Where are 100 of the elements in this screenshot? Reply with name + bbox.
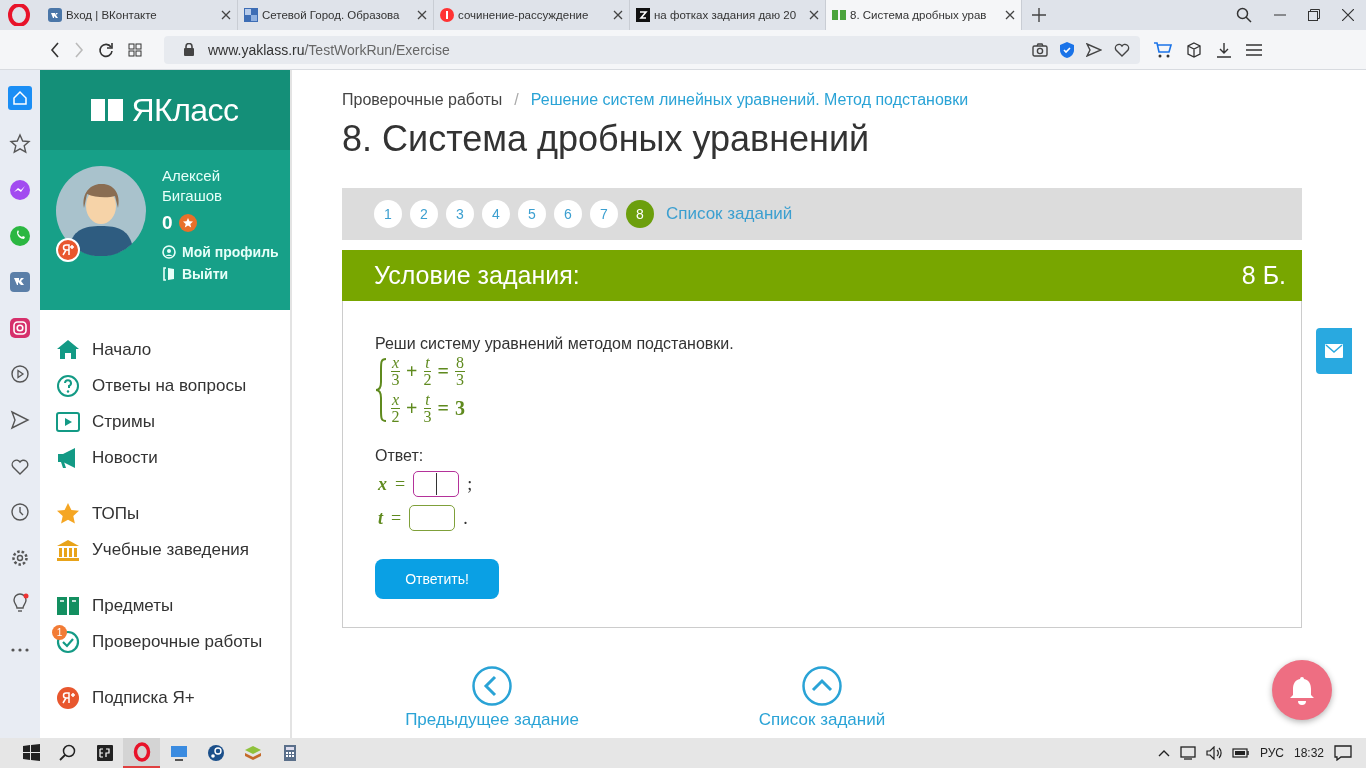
math-operator: + xyxy=(406,360,418,383)
math-operator: = xyxy=(437,397,449,420)
opera-logo-icon[interactable] xyxy=(8,4,30,26)
task-points: 8 Б. xyxy=(1241,261,1286,290)
fraction-denominator: 3 xyxy=(455,372,464,388)
fraction-denominator: 2 xyxy=(423,372,432,388)
close-icon[interactable] xyxy=(809,10,819,20)
monitor-icon[interactable] xyxy=(168,743,189,763)
feedback-tab[interactable] xyxy=(1316,328,1352,374)
answer-label: Ответ: xyxy=(375,447,425,465)
bell-icon xyxy=(1288,675,1316,705)
cube-icon[interactable] xyxy=(1186,41,1202,58)
nav-item[interactable]: ТОПы xyxy=(92,504,140,524)
video-icon[interactable] xyxy=(56,410,80,434)
vk-icon[interactable] xyxy=(8,270,32,294)
play-icon[interactable] xyxy=(8,362,32,386)
start-icon[interactable] xyxy=(20,743,41,763)
send-icon[interactable] xyxy=(1086,42,1102,57)
instagram-icon[interactable] xyxy=(8,316,32,340)
tiles-icon[interactable] xyxy=(128,42,142,57)
mail-icon xyxy=(1325,344,1343,358)
nav-item[interactable]: Стримы xyxy=(92,412,155,432)
chevron-up-icon[interactable] xyxy=(1157,749,1170,757)
math-number: 3 xyxy=(454,397,465,420)
home-icon[interactable] xyxy=(56,338,80,362)
math-variable: x xyxy=(378,473,387,495)
star-icon[interactable] xyxy=(8,132,32,156)
math-operator: = xyxy=(437,360,449,383)
subscription-icon[interactable] xyxy=(56,686,80,710)
messenger-icon[interactable] xyxy=(8,178,32,202)
restore-icon[interactable] xyxy=(1308,9,1320,21)
speaker-icon[interactable] xyxy=(1205,746,1222,760)
shield-icon[interactable] xyxy=(1060,41,1074,58)
clock[interactable]: 18:32 xyxy=(1293,746,1324,760)
nav-item[interactable]: Проверочные работы xyxy=(92,632,263,652)
books-icon[interactable] xyxy=(56,594,80,618)
back-icon[interactable] xyxy=(50,41,60,58)
lock-icon xyxy=(184,43,194,56)
battery-icon[interactable] xyxy=(1231,748,1250,758)
clock-icon[interactable] xyxy=(8,500,32,524)
answer-field[interactable] xyxy=(413,471,460,497)
question-icon[interactable] xyxy=(56,374,80,398)
user-icon xyxy=(162,245,176,259)
close-icon[interactable] xyxy=(1005,10,1015,20)
search-icon[interactable] xyxy=(1236,7,1252,23)
search-icon[interactable] xyxy=(57,743,78,763)
site-icon xyxy=(244,8,258,22)
network-icon[interactable] xyxy=(1179,746,1196,760)
math-operator: + xyxy=(406,397,418,420)
avatar-icon xyxy=(56,166,146,256)
fraction-denominator: 3 xyxy=(391,372,400,388)
nav-item[interactable]: Новости xyxy=(92,448,158,468)
check-circle-icon[interactable] xyxy=(56,630,80,654)
book-icon xyxy=(91,97,124,123)
fraction-numerator: t xyxy=(424,355,431,372)
heart-icon[interactable] xyxy=(1114,42,1130,57)
steam-icon[interactable] xyxy=(205,743,226,763)
math-operator: = xyxy=(391,507,402,529)
cart-icon[interactable] xyxy=(1154,41,1172,58)
task-header-title: Условие задания: xyxy=(374,261,580,290)
site-icon xyxy=(832,8,846,22)
site-icon xyxy=(440,8,454,22)
breadcrumb-separator: / xyxy=(514,91,519,109)
nav-item[interactable]: Ответы на вопросы xyxy=(92,376,247,396)
star-icon[interactable] xyxy=(56,502,80,526)
fraction-denominator: 3 xyxy=(423,409,432,425)
close-icon[interactable] xyxy=(417,10,427,20)
answer-field[interactable] xyxy=(409,505,456,531)
nav-item[interactable]: Предметы xyxy=(92,596,174,616)
fraction-numerator: x xyxy=(391,355,401,372)
subscription-badge-icon xyxy=(56,238,80,262)
notifications-icon[interactable] xyxy=(1334,745,1352,761)
camera-icon[interactable] xyxy=(1032,42,1048,57)
address-bar[interactable]: www.yaklass.ru/TestWorkRun/Exercise xyxy=(164,35,1140,64)
browser-tab[interactable]: 8. Система дробных урав xyxy=(826,0,1022,30)
home-icon[interactable] xyxy=(8,86,32,110)
breadcrumb-link[interactable]: Проверочные работы xyxy=(342,91,503,109)
nav-item[interactable]: Подписка Я+ xyxy=(92,688,195,708)
game-launcher-icon[interactable] xyxy=(94,743,115,763)
language-indicator[interactable]: РУС xyxy=(1259,746,1284,760)
site-icon xyxy=(636,8,650,22)
download-icon[interactable] xyxy=(1216,41,1232,58)
layers-icon[interactable] xyxy=(242,743,263,763)
site-icon xyxy=(48,8,62,22)
opera-icon[interactable] xyxy=(131,742,152,762)
door-icon xyxy=(162,267,176,281)
reload-icon[interactable] xyxy=(98,41,114,58)
new-tab-icon[interactable] xyxy=(1032,8,1046,22)
fraction-numerator: x xyxy=(391,392,401,409)
math-operator: = xyxy=(395,473,406,495)
menu-icon[interactable] xyxy=(1246,42,1262,57)
close-icon[interactable] xyxy=(613,10,623,20)
notification-button[interactable] xyxy=(1272,660,1332,720)
nav-item[interactable]: Учебные заведения xyxy=(92,540,250,560)
send-icon[interactable] xyxy=(8,408,32,432)
close-icon[interactable] xyxy=(1342,9,1354,21)
math-variable: t xyxy=(378,507,383,529)
punctuation: . xyxy=(463,507,468,529)
nav-item[interactable]: Начало xyxy=(92,340,152,360)
close-icon[interactable] xyxy=(221,10,231,20)
